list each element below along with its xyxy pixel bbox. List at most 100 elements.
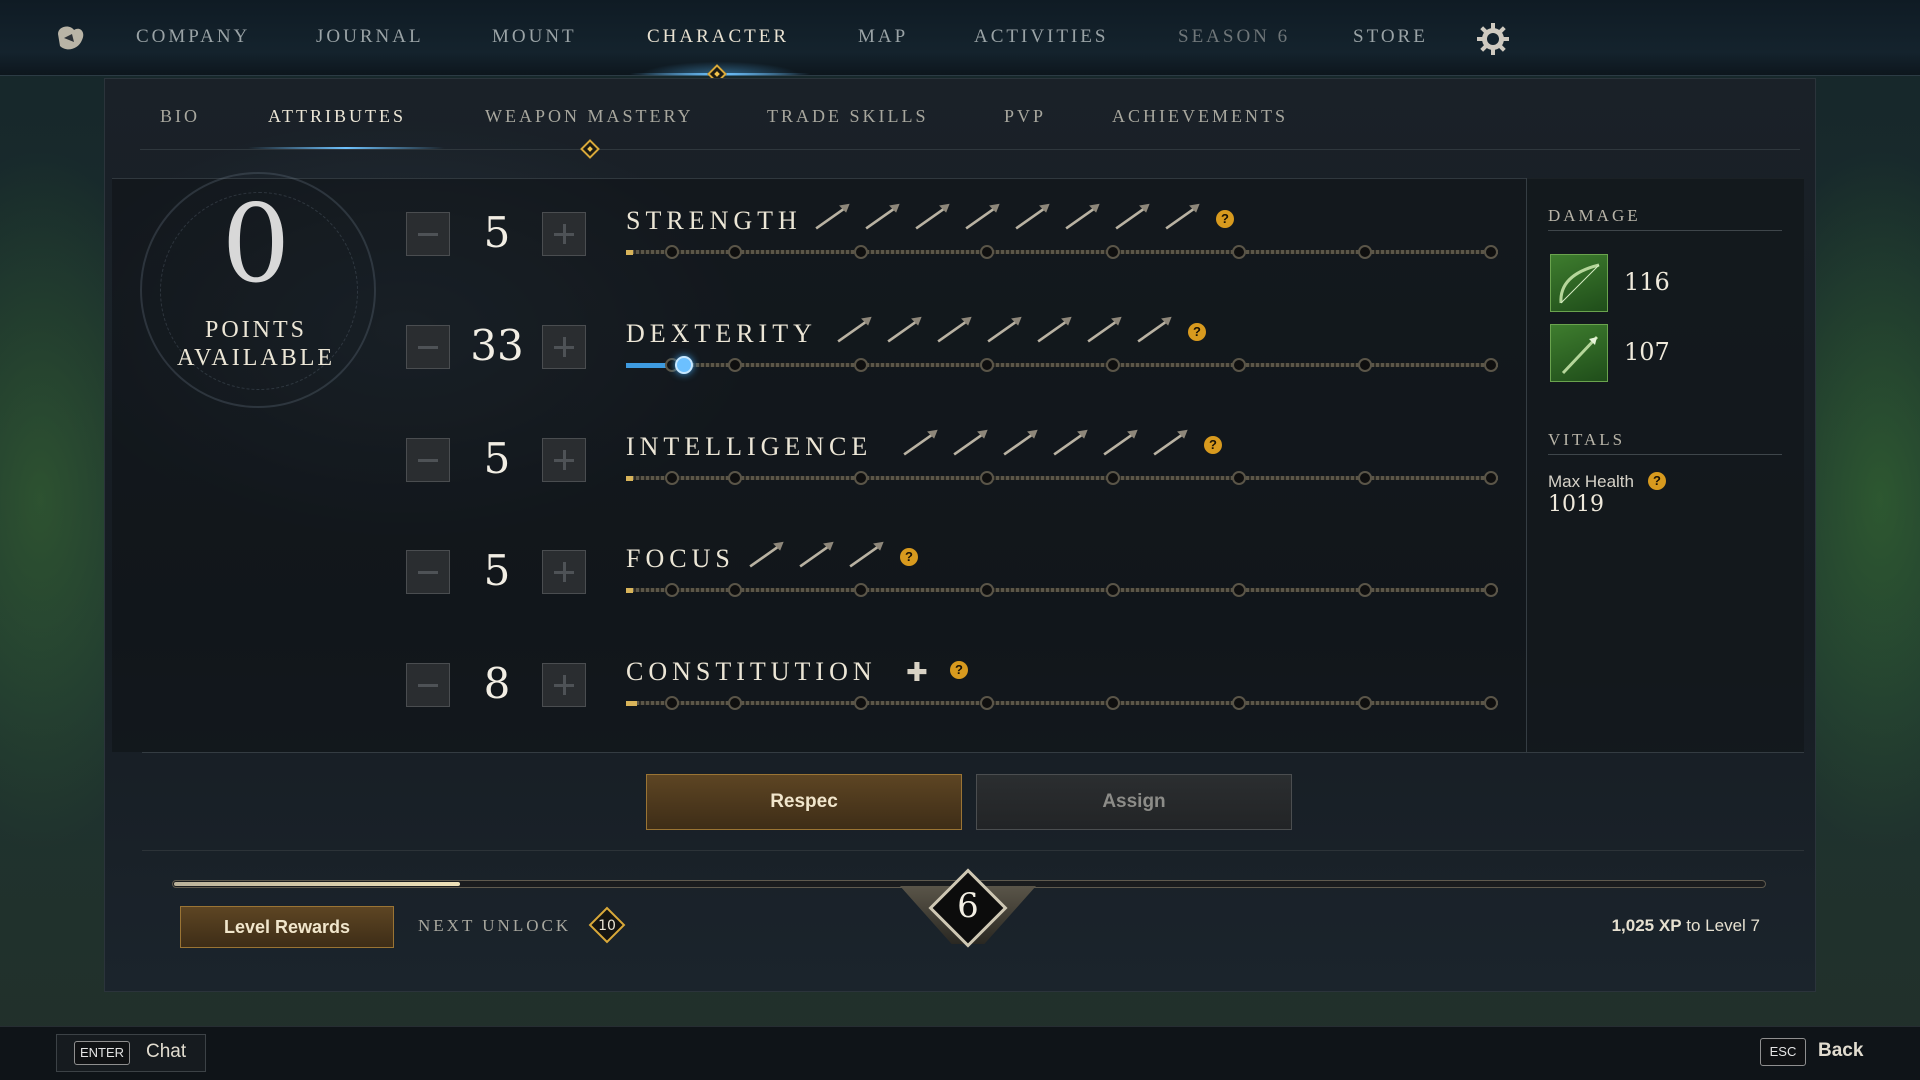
subtab-trade-skills[interactable]: TRADE SKILLS [767, 106, 929, 127]
attr-milestone-node[interactable] [1232, 696, 1246, 710]
weapon-slot-bow[interactable] [1550, 254, 1608, 312]
attr-milestone-node[interactable] [665, 583, 679, 597]
attr-milestone-node[interactable] [980, 245, 994, 259]
weapon-type-icon [1115, 203, 1150, 230]
attr-milestone-node[interactable] [1106, 471, 1120, 485]
nav-map[interactable]: MAP [858, 26, 908, 48]
weapon-type-icon [903, 429, 938, 456]
attr-milestone-node[interactable] [980, 696, 994, 710]
nav-season[interactable]: SEASON 6 [1178, 26, 1290, 48]
attr-milestone-node[interactable] [1358, 696, 1372, 710]
attr-value: 5 [483, 208, 511, 257]
next-unlock-level: 10 [598, 918, 616, 934]
nav-journal[interactable]: JOURNAL [316, 26, 424, 48]
attr-progress-fill [626, 476, 633, 481]
attr-milestone-node[interactable] [1484, 696, 1498, 710]
attr-value: 5 [483, 546, 511, 595]
attr-help-icon[interactable]: ? [1188, 323, 1206, 341]
nav-store[interactable]: STORE [1353, 26, 1428, 48]
nav-character[interactable]: CHARACTER [647, 26, 789, 48]
weapon-slot-spear[interactable] [1550, 324, 1608, 382]
attr-milestone-node[interactable] [980, 583, 994, 597]
attr-decrease-button[interactable] [406, 663, 450, 707]
attr-decrease-button[interactable] [406, 212, 450, 256]
weapon-type-icon [1065, 203, 1100, 230]
attr-increase-button[interactable] [542, 663, 586, 707]
attr-milestone-node[interactable] [1358, 471, 1372, 485]
attr-decrease-button[interactable] [406, 438, 450, 482]
attr-milestone-node[interactable] [1358, 358, 1372, 372]
attr-increase-button[interactable] [542, 325, 586, 369]
attr-milestone-node[interactable] [1232, 583, 1246, 597]
nav-activities[interactable]: ACTIVITIES [974, 26, 1108, 48]
attr-increase-button[interactable] [542, 212, 586, 256]
attr-milestone-node[interactable] [665, 696, 679, 710]
attr-milestone-node[interactable] [728, 696, 742, 710]
attr-milestone-node[interactable] [854, 471, 868, 485]
attr-milestone-node[interactable] [1232, 245, 1246, 259]
attr-increase-button[interactable] [542, 550, 586, 594]
attr-name: DEXTERITY [626, 319, 817, 348]
gear-icon[interactable] [1476, 22, 1510, 56]
attr-milestone-node[interactable] [665, 245, 679, 259]
weapon-type-icon [953, 429, 988, 456]
weapon-type-icon [1015, 203, 1050, 230]
attr-milestone-node[interactable] [1484, 358, 1498, 372]
attr-milestone-node[interactable] [1106, 245, 1120, 259]
back-label[interactable]: Back [1818, 1040, 1863, 1062]
xp-amount: 1,025 XP [1611, 916, 1682, 935]
attr-milestone-node[interactable] [1232, 471, 1246, 485]
company-logo-icon[interactable] [52, 20, 88, 56]
attr-milestone-node[interactable] [1106, 358, 1120, 372]
spear-icon [1561, 335, 1599, 375]
subtab-pvp[interactable]: PVP [1004, 106, 1046, 127]
attr-milestone-node[interactable] [1232, 358, 1246, 372]
attr-decrease-button[interactable] [406, 325, 450, 369]
attr-increase-button[interactable] [542, 438, 586, 482]
attr-help-icon[interactable]: ? [900, 548, 918, 566]
attr-milestone-node[interactable] [1484, 471, 1498, 485]
nav-mount[interactable]: MOUNT [492, 26, 577, 48]
attr-decrease-button[interactable] [406, 550, 450, 594]
attr-milestone-node[interactable] [1358, 245, 1372, 259]
attr-milestone-node[interactable] [854, 583, 868, 597]
attr-progress-fill [626, 250, 633, 255]
subtab-attributes[interactable]: ATTRIBUTES [268, 106, 406, 127]
subtab-weapon-mastery[interactable]: WEAPON MASTERY [485, 106, 694, 127]
attr-milestone-node[interactable] [980, 358, 994, 372]
attr-milestone-node[interactable] [1358, 583, 1372, 597]
attr-milestone-node[interactable] [728, 471, 742, 485]
weapon-type-icon [937, 316, 972, 343]
level-rewards-button[interactable]: Level Rewards [180, 906, 394, 948]
attr-milestone-node[interactable] [980, 471, 994, 485]
attr-help-icon[interactable]: ? [1216, 210, 1234, 228]
bow-damage-value: 116 [1624, 268, 1670, 296]
esc-key-hint[interactable]: ESC [1760, 1038, 1806, 1066]
attr-milestone-node[interactable] [1484, 583, 1498, 597]
attr-milestone-node[interactable] [854, 245, 868, 259]
attr-milestone-node[interactable] [728, 583, 742, 597]
respec-button[interactable]: Respec [646, 774, 962, 830]
weapon-type-icon [1053, 429, 1088, 456]
attr-name: STRENGTH [626, 206, 802, 235]
subtab-bio[interactable]: BIO [160, 106, 200, 127]
attr-milestone-node[interactable] [854, 696, 868, 710]
attr-help-icon[interactable]: ? [1204, 436, 1222, 454]
assign-button[interactable]: Assign [976, 774, 1292, 830]
attr-milestone-node[interactable] [1484, 245, 1498, 259]
attr-milestone-node[interactable] [665, 471, 679, 485]
attr-milestone-node[interactable] [728, 358, 742, 372]
xp-suffix: to Level 7 [1681, 916, 1760, 935]
attr-name: INTELLIGENCE [626, 432, 873, 461]
attr-milestone-node[interactable] [1106, 583, 1120, 597]
max-health-value: 1019 [1548, 492, 1604, 517]
subtab-achievements[interactable]: ACHIEVEMENTS [1112, 106, 1288, 127]
attr-help-icon[interactable]: ? [950, 661, 968, 679]
next-unlock-label: NEXT UNLOCK [418, 916, 572, 935]
weapon-type-icon [965, 203, 1000, 230]
attr-milestone-node[interactable] [728, 245, 742, 259]
attr-milestone-node[interactable] [854, 358, 868, 372]
max-health-help-icon[interactable]: ? [1648, 472, 1666, 490]
nav-company[interactable]: COMPANY [136, 26, 250, 48]
attr-milestone-node[interactable] [1106, 696, 1120, 710]
